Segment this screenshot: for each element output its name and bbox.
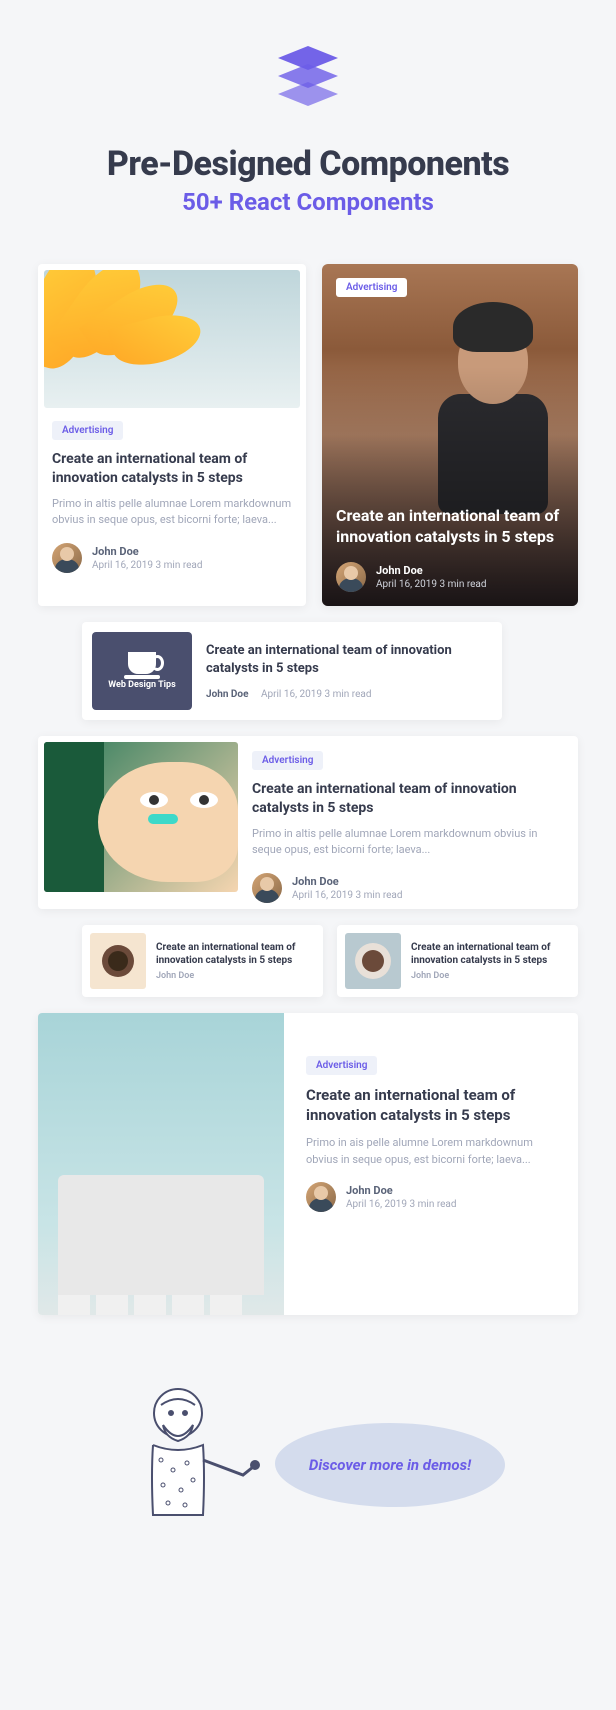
author-avatar[interactable] — [336, 562, 366, 592]
author-name[interactable]: John Doe — [346, 1184, 457, 1197]
article-thumb — [90, 933, 146, 989]
article-thumb — [345, 933, 401, 989]
author-name[interactable]: John Doe — [156, 971, 315, 981]
article-title[interactable]: Create an international team of innovati… — [156, 941, 315, 967]
article-date: April 16, 2019 3 min read — [292, 890, 403, 901]
article-image — [44, 742, 238, 892]
author-name[interactable]: John Doe — [292, 875, 403, 888]
article-card-large[interactable]: Advertising Create an international team… — [38, 1013, 578, 1315]
article-title[interactable]: Create an international team of innovati… — [306, 1085, 556, 1126]
article-date: April 16, 2019 3 min read — [376, 579, 487, 590]
cta-bubble[interactable]: Discover more in demos! — [275, 1423, 505, 1507]
article-card-overlay[interactable]: Advertising Create an international team… — [322, 264, 578, 606]
article-image — [44, 270, 300, 408]
page-title: Pre-Designed Components — [38, 144, 578, 184]
article-title[interactable]: Create an international team of innovati… — [206, 642, 492, 677]
article-title[interactable]: Create an international team of innovati… — [252, 780, 564, 818]
article-excerpt: Primo in ais pelle alumne Lorem markdown… — [306, 1135, 556, 1168]
author-name[interactable]: John Doe — [376, 564, 487, 577]
coffee-icon — [102, 945, 134, 977]
article-date: April 16, 2019 3 min read — [261, 689, 372, 700]
thumb-label: Web Design Tips — [108, 680, 175, 690]
cup-icon — [128, 652, 156, 674]
article-image — [38, 1013, 284, 1315]
page-subtitle: 50+ React Components — [38, 188, 578, 216]
author-name[interactable]: John Doe — [206, 689, 248, 700]
author-name[interactable]: John Doe — [411, 971, 570, 981]
article-card-vertical[interactable]: Advertising Create an international team… — [38, 264, 306, 606]
article-card-horizontal[interactable]: Advertising Create an international team… — [38, 736, 578, 909]
article-thumb: Web Design Tips — [92, 632, 192, 710]
logo-icon — [38, 40, 578, 116]
article-date: April 16, 2019 3 min read — [92, 560, 203, 571]
author-avatar[interactable] — [306, 1182, 336, 1212]
article-title[interactable]: Create an international team of innovati… — [411, 941, 570, 967]
author-avatar[interactable] — [52, 543, 82, 573]
category-tag[interactable]: Advertising — [52, 421, 123, 440]
article-excerpt: Primo in altis pelle alumnae Lorem markd… — [52, 496, 292, 529]
article-card-mini[interactable]: Create an international team of innovati… — [337, 925, 578, 997]
article-card-horizontal-small[interactable]: Web Design Tips Create an international … — [82, 622, 502, 720]
category-tag[interactable]: Advertising — [306, 1056, 377, 1075]
coffee-icon — [355, 943, 391, 979]
author-avatar[interactable] — [252, 873, 282, 903]
article-excerpt: Primo in altis pelle alumnae Lorem markd… — [252, 826, 564, 859]
author-name[interactable]: John Doe — [92, 545, 203, 558]
article-title[interactable]: Create an international team of innovati… — [52, 450, 292, 488]
category-tag[interactable]: Advertising — [252, 751, 323, 770]
category-tag[interactable]: Advertising — [336, 278, 407, 297]
character-illustration — [103, 1375, 283, 1555]
article-card-mini[interactable]: Create an international team of innovati… — [82, 925, 323, 997]
article-date: April 16, 2019 3 min read — [346, 1199, 457, 1210]
article-title[interactable]: Create an international team of innovati… — [336, 505, 564, 548]
